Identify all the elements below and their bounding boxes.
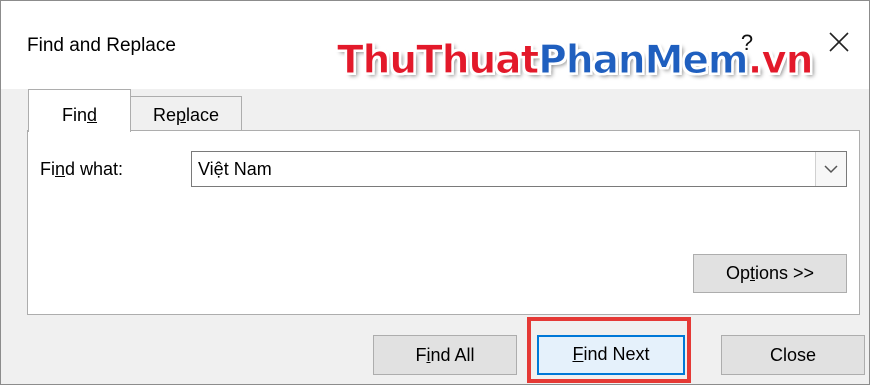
- find-what-mnemonic: n: [55, 159, 66, 179]
- chevron-down-icon[interactable]: [815, 152, 846, 186]
- title-bar: Find and Replace ? ThuThuatPhanMem.vn: [1, 1, 869, 89]
- close-button[interactable]: Close: [721, 335, 865, 375]
- options-button[interactable]: Options >>: [693, 254, 847, 293]
- dialog-title: Find and Replace: [27, 35, 176, 56]
- tab-find[interactable]: Find: [28, 89, 131, 132]
- watermark-part-3: .vn: [747, 38, 814, 83]
- find-all-button[interactable]: Find All: [373, 335, 517, 375]
- watermark-logo: ThuThuatPhanMem.vn: [336, 38, 814, 83]
- tab-find-label-pre: Fin: [61, 105, 87, 125]
- watermark-part-1: ThuThuat: [336, 38, 539, 83]
- find-what-label-post: d what:: [65, 159, 124, 179]
- options-label-pre: Op: [725, 263, 750, 283]
- find-what-label: Find what:: [40, 159, 123, 180]
- tab-replace[interactable]: Replace: [130, 96, 242, 131]
- find-what-value[interactable]: Việt Nam: [198, 159, 272, 180]
- find-all-label-pre: F: [415, 345, 427, 365]
- tab-replace-mnemonic: p: [175, 105, 186, 125]
- close-button-label: Close: [769, 345, 817, 365]
- find-next-label-post: ind Next: [583, 344, 650, 364]
- find-next-button[interactable]: Find Next: [537, 335, 685, 375]
- find-what-combobox[interactable]: Việt Nam: [191, 151, 847, 187]
- close-icon[interactable]: [818, 23, 858, 63]
- tab-replace-label-pre: Re: [152, 105, 176, 125]
- find-what-label-pre: Fi: [40, 159, 55, 179]
- find-replace-dialog: Find and Replace ? ThuThuatPhanMem.vn Re…: [0, 0, 870, 385]
- tab-find-mnemonic: d: [87, 105, 98, 125]
- options-label-post: ions >>: [754, 263, 815, 283]
- find-all-label-post: nd All: [430, 345, 475, 365]
- find-next-mnemonic: F: [572, 344, 584, 364]
- tab-replace-label-post: lace: [186, 105, 220, 125]
- watermark-part-2: PhanMem: [538, 38, 749, 83]
